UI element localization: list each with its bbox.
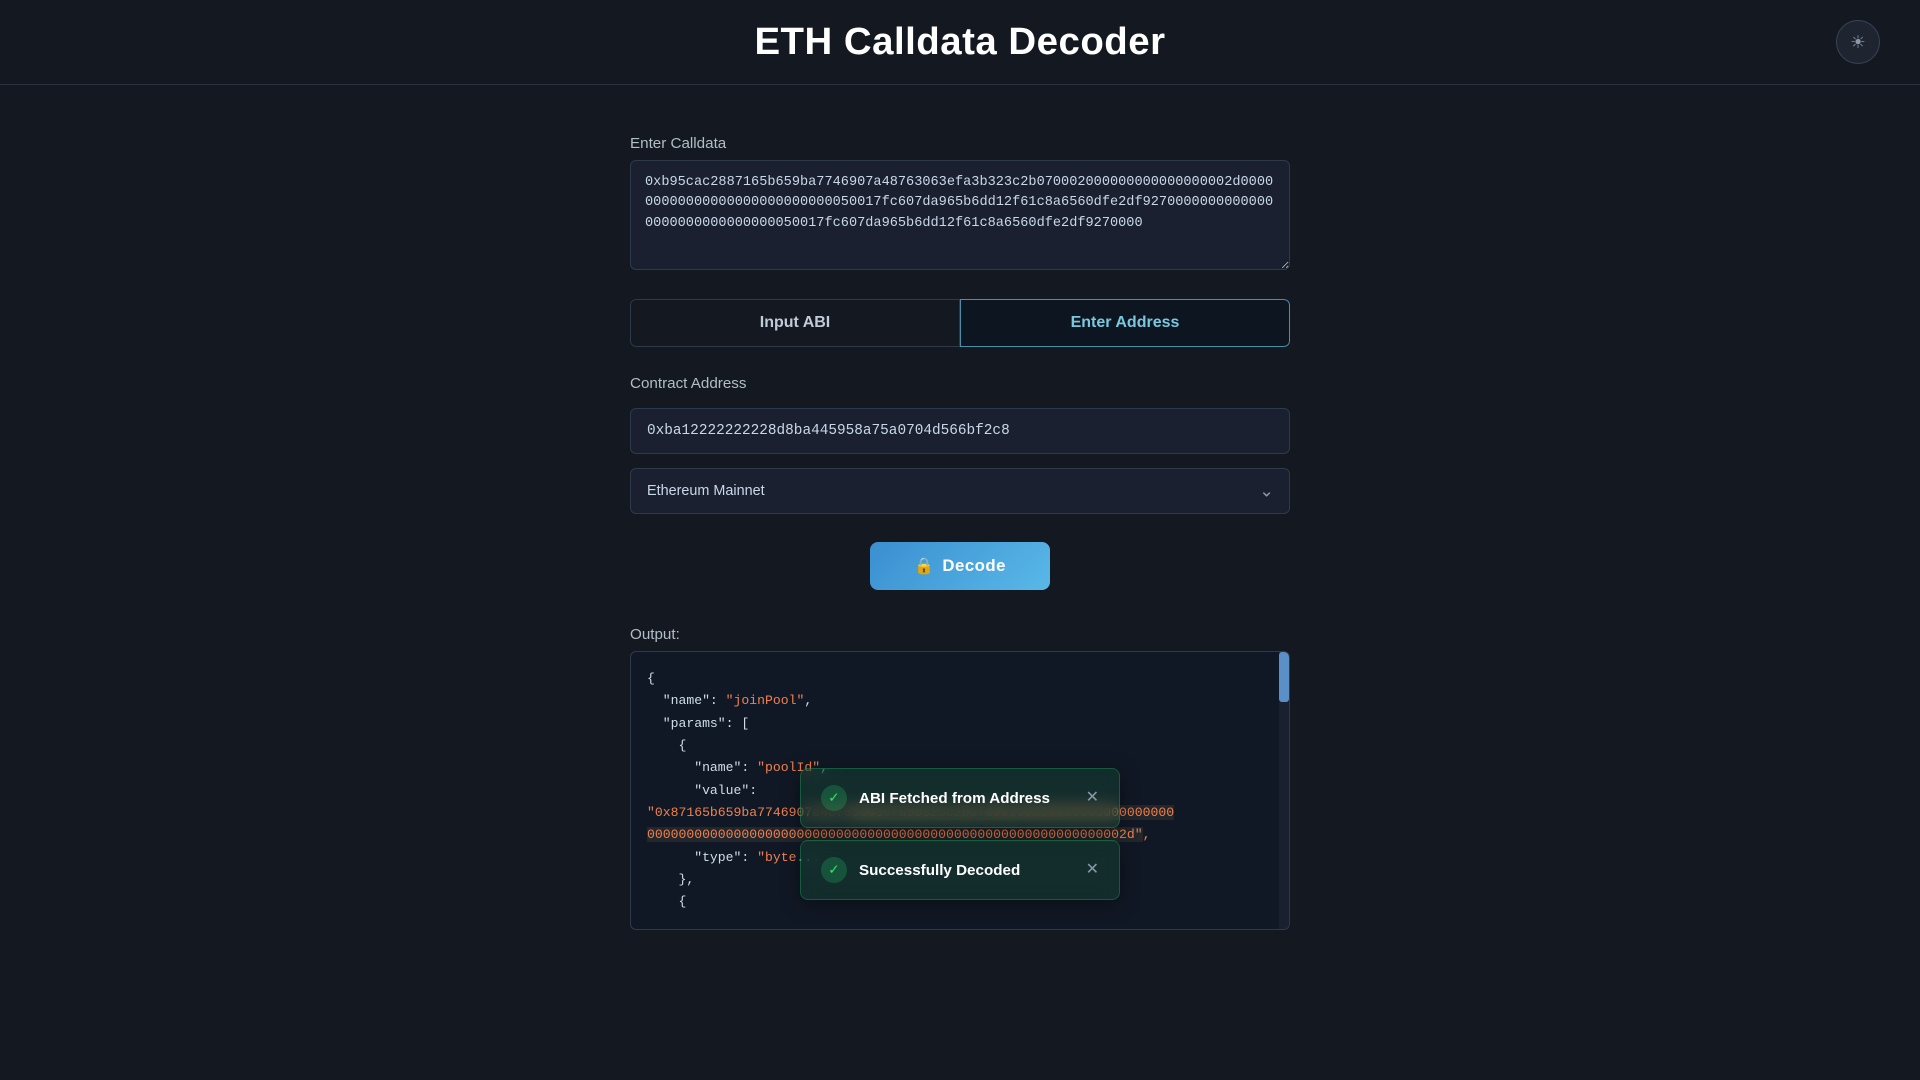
output-line-6: "value":: [694, 783, 765, 798]
page-title: ETH Calldata Decoder: [754, 20, 1165, 64]
output-scrollbar-thumb: [1279, 652, 1289, 702]
tab-enter-address[interactable]: Enter Address: [960, 299, 1290, 347]
notifications-container: ✓ ABI Fetched from Address ✕ ✓ Successfu…: [800, 768, 1120, 900]
decode-btn-container: 🔒 Decode: [630, 542, 1290, 590]
notification-abi-close-button[interactable]: ✕: [1086, 790, 1099, 806]
output-label: Output:: [630, 626, 1290, 643]
calldata-label: Enter Calldata: [630, 135, 1290, 152]
output-line-2: "name":: [663, 693, 726, 708]
output-line-8: },: [678, 872, 694, 887]
output-type-value: "byte: [757, 850, 796, 865]
output-name-value: "joinPool": [726, 693, 805, 708]
tab-container: Input ABI Enter Address: [630, 299, 1290, 347]
notification-decoded-text: Successfully Decoded: [859, 862, 1074, 879]
output-line-7: "type":: [694, 850, 757, 865]
output-scrollbar[interactable]: [1279, 652, 1289, 929]
app-header: ETH Calldata Decoder ☀: [0, 0, 1920, 85]
lock-icon: 🔒: [914, 556, 934, 576]
output-line-1: {: [647, 671, 655, 686]
network-select[interactable]: Ethereum Mainnet Polygon Arbitrum Optimi…: [630, 468, 1290, 514]
output-line-4: {: [678, 738, 686, 753]
theme-toggle-button[interactable]: ☀: [1836, 20, 1880, 64]
calldata-input[interactable]: 0xb95cac2887165b659ba7746907a48763063efa…: [630, 160, 1290, 270]
contract-label: Contract Address: [630, 375, 1290, 392]
output-line-9: {: [678, 894, 686, 909]
sun-icon: ☀: [1850, 32, 1866, 53]
notification-decoded-close-button[interactable]: ✕: [1086, 862, 1099, 878]
notification-decoded-check-icon: ✓: [821, 857, 847, 883]
tab-input-abi[interactable]: Input ABI: [630, 299, 960, 347]
notification-abi-fetched: ✓ ABI Fetched from Address ✕: [800, 768, 1120, 828]
notification-decoded: ✓ Successfully Decoded ✕: [800, 840, 1120, 900]
notification-abi-text: ABI Fetched from Address: [859, 790, 1074, 807]
network-select-wrapper: Ethereum Mainnet Polygon Arbitrum Optimi…: [630, 454, 1290, 514]
notification-abi-check-icon: ✓: [821, 785, 847, 811]
output-line-3: "params": [: [663, 716, 750, 731]
decode-button-label: Decode: [942, 556, 1006, 576]
calldata-section: Enter Calldata 0xb95cac2887165b659ba7746…: [630, 135, 1290, 275]
output-line-5: "name":: [694, 760, 757, 775]
decode-button[interactable]: 🔒 Decode: [870, 542, 1050, 590]
contract-section: Contract Address Ethereum Mainnet Polygo…: [630, 375, 1290, 514]
contract-address-input[interactable]: [630, 408, 1290, 454]
